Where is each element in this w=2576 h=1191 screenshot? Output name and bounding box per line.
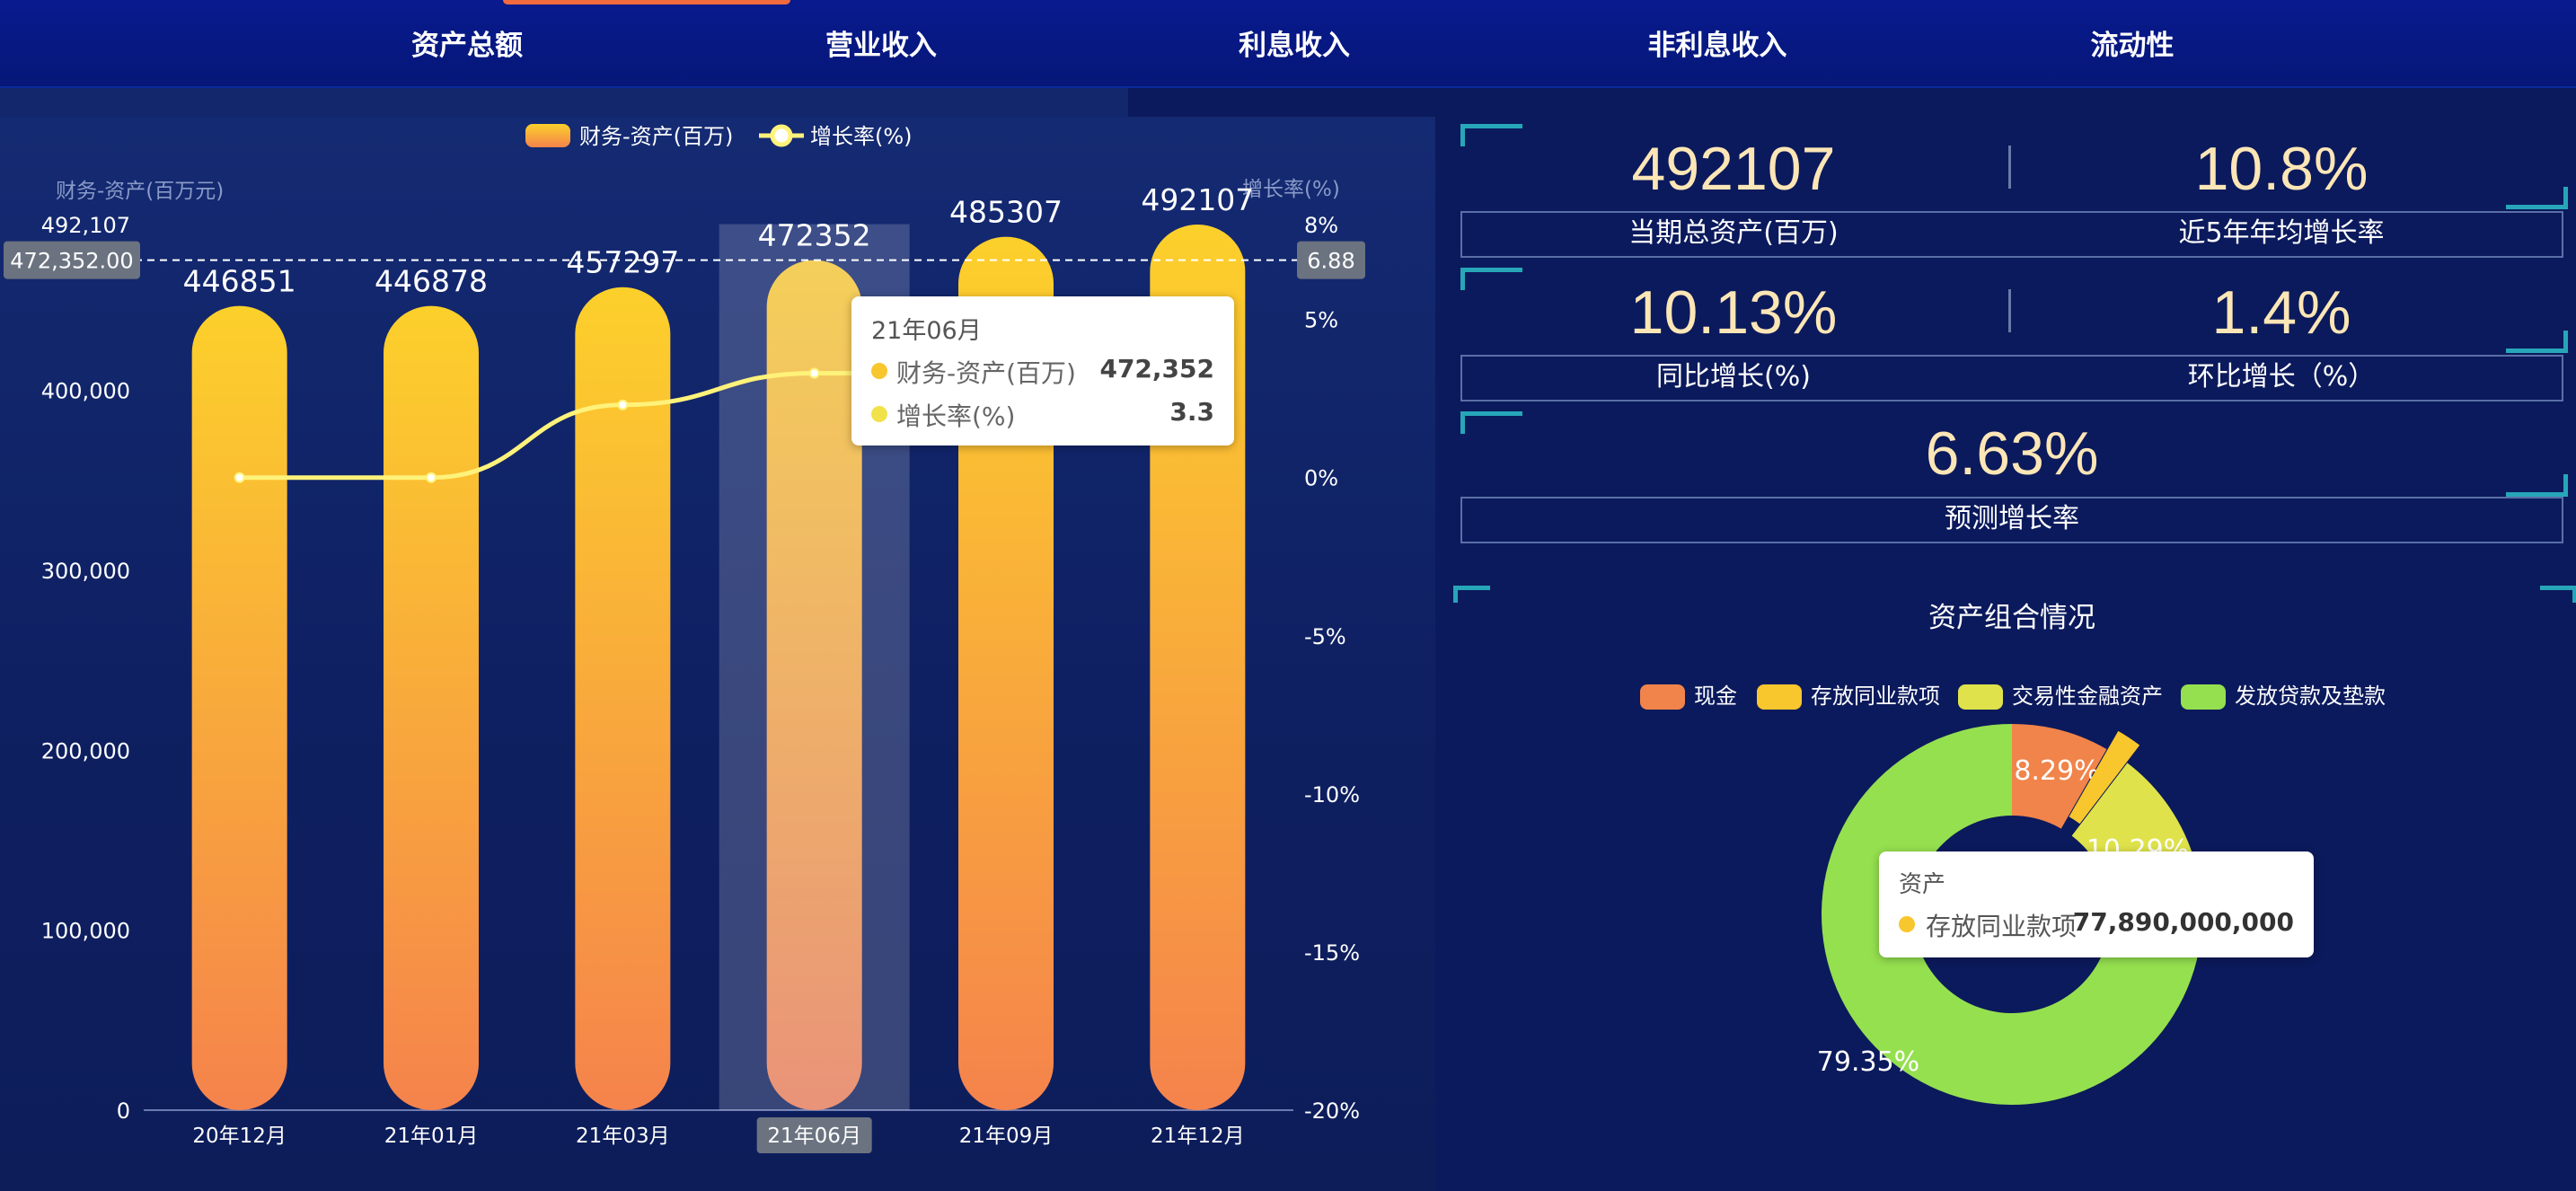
bar[interactable] [766, 260, 862, 1111]
y-axis-left-title: 财务-资产(百万元) [56, 180, 224, 203]
pie-tooltip: 资产 存放同业款项 77,890,000,000 [1879, 851, 2314, 957]
y-right-tick-label: 5% [1304, 308, 1338, 333]
kpi-qoq-growth-label: 环比增长（%） [2187, 361, 2376, 393]
legend-label: 存放同业款项 [1811, 684, 1940, 709]
y-right-tick-label: -15% [1304, 940, 1360, 966]
kpi-5yr-growth-label: 近5年年均增长率 [2178, 217, 2385, 249]
kpi-separator [2008, 289, 2011, 332]
y-left-tick-label: 300,000 [41, 559, 130, 584]
tooltip-dot [1899, 916, 1915, 932]
bar-value-label: 492107 [1141, 182, 1254, 217]
x-tick-label: 21年12月 [1151, 1125, 1245, 1148]
kpi-yoy-growth-value: 10.13% [1629, 278, 1838, 347]
bar-tooltip: 21年06月 财务-资产(百万) 472,352 增长率(%) 3.3 [851, 296, 1234, 446]
kpi-qoq-growth-value: 1.4% [2211, 278, 2351, 347]
corner-bracket [2506, 474, 2568, 497]
y-right-tick-label: 0% [1304, 466, 1338, 491]
pie-tooltip-value: 77,890,000,000 [2072, 907, 2294, 937]
bar-tooltip-row1-value: 472,352 [1099, 354, 1214, 384]
kpi-forecast-growth-label: 预测增长率 [1945, 503, 2079, 534]
kpi-5yr-growth-value: 10.8% [2194, 135, 2369, 203]
x-tick-label: 20年12月 [192, 1125, 287, 1148]
legend-cash[interactable]: 现金 [1640, 678, 1737, 714]
y-axis-right-title: 增长率(%) [1242, 178, 1340, 201]
bar-value-label: 485307 [949, 195, 1063, 230]
y-left-tick-label: 400,000 [41, 379, 130, 404]
legend-swatch [2181, 684, 2226, 710]
legend-label: 交易性金融资产 [2012, 684, 2163, 709]
tab-liquidity[interactable]: 流动性 [2020, 22, 2245, 70]
growth-point[interactable] [808, 367, 820, 379]
slice-label: 8.29% [2014, 755, 2099, 787]
bar-value-label: 457297 [566, 245, 679, 280]
legend-swatch-bar [525, 124, 570, 147]
bar-tooltip-row2-value: 3.3 [1169, 397, 1214, 427]
legend-label: 发放贷款及垫款 [2235, 684, 2386, 709]
growth-point[interactable] [617, 399, 629, 410]
crosshair-right-label: 6.88 [1307, 249, 1354, 274]
bar-value-label: 446851 [183, 264, 296, 299]
bar-tooltip-row1-name: 财务-资产(百万) [896, 358, 1076, 388]
legend-swatch [1640, 684, 1685, 710]
crosshair-left-label: 472,352.00 [10, 249, 133, 274]
legend-label-bar: 财务-资产(百万) [579, 124, 733, 149]
bar-tooltip-row2-name: 增长率(%) [896, 401, 1016, 431]
x-tick-label: 21年06月 [767, 1125, 861, 1148]
tab-non-interest-income[interactable]: 非利息收入 [1605, 22, 1830, 70]
corner-bracket [2506, 331, 2568, 353]
growth-point[interactable] [426, 472, 437, 483]
bar-value-label: 472352 [758, 218, 871, 253]
legend-label-line: 增长率(%) [810, 124, 913, 149]
bar[interactable] [384, 305, 479, 1110]
tab-total-assets[interactable]: 资产总额 [355, 22, 579, 70]
kpi-total-assets-value: 492107 [1631, 135, 1836, 203]
slice-label: 79.35% [1817, 1046, 1919, 1078]
pie-tooltip-title: 资产 [1899, 871, 1946, 898]
corner-bracket [1460, 268, 1522, 290]
growth-point[interactable] [234, 472, 245, 483]
x-tick-label: 21年09月 [959, 1125, 1054, 1148]
corner-bracket [2506, 187, 2568, 209]
bar-value-label: 446878 [375, 264, 488, 299]
tooltip-dot [871, 363, 887, 379]
kpi-total-assets-label: 当期总资产(百万) [1628, 217, 1839, 249]
y-left-tick-label: 0 [117, 1098, 130, 1124]
active-tab-indicator [503, 0, 790, 4]
kpi-separator [2008, 146, 2011, 189]
tooltip-dot [871, 406, 887, 422]
y-left-tick-label: 492,107 [41, 213, 130, 238]
bar[interactable] [191, 305, 287, 1110]
asset-mix-title: 资产组合情况 [1928, 602, 2095, 634]
legend-trading-assets[interactable]: 交易性金融资产 [1958, 678, 2163, 714]
y-right-tick-label: -5% [1304, 624, 1346, 649]
legend-swatch [1757, 684, 1802, 710]
bar-tooltip-title: 21年06月 [871, 317, 982, 345]
asset-growth-chart: 财务-资产(百万) 增长率(%) 财务-资产(百万元) 增长率(%) 0 100,000 2… [4, 124, 1365, 1153]
kpi-yoy-growth-label: 同比增长(%) [1656, 361, 1811, 393]
legend-marker [770, 124, 793, 147]
x-tick-label: 21年01月 [384, 1125, 479, 1148]
y-right-tick-label: 8% [1304, 213, 1338, 238]
top-nav: 资产总额 营业收入 利息收入 非利息收入 流动性 [0, 0, 2576, 88]
tab-operating-income[interactable]: 营业收入 [769, 22, 993, 70]
tab-interest-income[interactable]: 利息收入 [1182, 22, 1407, 70]
y-left-tick-label: 200,000 [41, 738, 130, 763]
x-tick-label: 21年03月 [576, 1125, 670, 1148]
legend-loans[interactable]: 发放贷款及垫款 [2181, 678, 2386, 714]
corner-bracket [1460, 411, 1522, 434]
chart-legend[interactable]: 财务-资产(百万) 增长率(%) [525, 124, 913, 149]
legend-swatch [1958, 684, 2003, 710]
y-right-tick-label: -10% [1304, 782, 1360, 807]
y-right-tick-label: -20% [1304, 1098, 1360, 1124]
pie-tooltip-name: 存放同业款项 [1926, 912, 2078, 941]
kpi-forecast-growth-value: 6.63% [1925, 419, 2099, 488]
y-left-tick-label: 100,000 [41, 919, 130, 944]
corner-bracket [1460, 124, 1522, 146]
legend-interbank-deposits[interactable]: 存放同业款项 [1757, 678, 1940, 714]
legend-label: 现金 [1694, 684, 1737, 709]
